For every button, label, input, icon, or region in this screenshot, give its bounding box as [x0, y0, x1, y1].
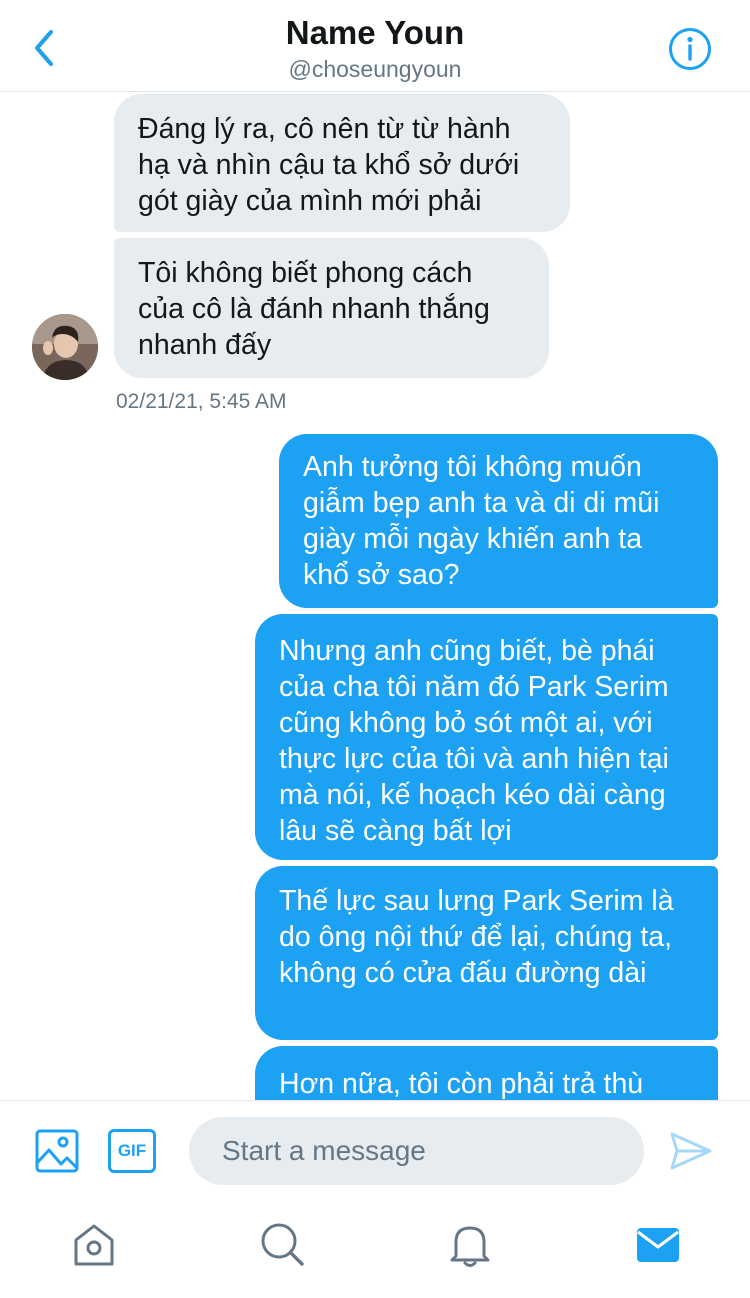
outgoing-message[interactable]: Anh tưởng tôi không muốn giẫm bẹp anh ta…: [279, 434, 718, 608]
conversation-header: Name Youn @choseungyoun: [0, 0, 750, 92]
incoming-message[interactable]: Đáng lý ra, cô nên từ từ hành hạ và nhìn…: [114, 94, 570, 232]
bottom-tab-bar: [0, 1198, 750, 1298]
incoming-message[interactable]: Tôi không biết phong cách của cô là đánh…: [114, 238, 549, 378]
outgoing-message[interactable]: Nhưng anh cũng biết, bè phái của cha tôi…: [255, 614, 718, 860]
message-timestamp: 02/21/21, 5:45 AM: [116, 390, 287, 413]
info-icon: [669, 28, 711, 70]
search-icon: [261, 1223, 304, 1266]
tab-messages[interactable]: [634, 1220, 682, 1268]
avatar-image: [32, 314, 98, 380]
tab-search[interactable]: [258, 1220, 306, 1268]
tab-home[interactable]: [70, 1220, 118, 1268]
image-icon: [35, 1129, 79, 1173]
send-button[interactable]: [668, 1128, 714, 1174]
message-composer: GIF: [0, 1100, 750, 1198]
tab-notifications[interactable]: [446, 1220, 494, 1268]
bell-icon: [450, 1226, 490, 1267]
outgoing-message[interactable]: Thế lực sau lưng Park Serim là do ông nộ…: [255, 866, 718, 1040]
home-icon: [74, 1224, 114, 1266]
outgoing-message[interactable]: Hơn nữa, tôi còn phải trả thù: [255, 1046, 718, 1100]
conversation-title: Name Youn: [285, 14, 465, 51]
send-icon: [670, 1132, 712, 1170]
message-list[interactable]: Đáng lý ra, cô nên từ từ hành hạ và nhìn…: [0, 92, 750, 1100]
mail-icon: [637, 1228, 679, 1262]
gif-button[interactable]: GIF: [108, 1129, 156, 1173]
conversation-handle: @choseungyoun: [288, 56, 462, 82]
avatar[interactable]: [32, 314, 98, 380]
add-media-button[interactable]: [34, 1128, 80, 1174]
info-button[interactable]: [667, 26, 713, 72]
message-input[interactable]: [189, 1117, 644, 1185]
